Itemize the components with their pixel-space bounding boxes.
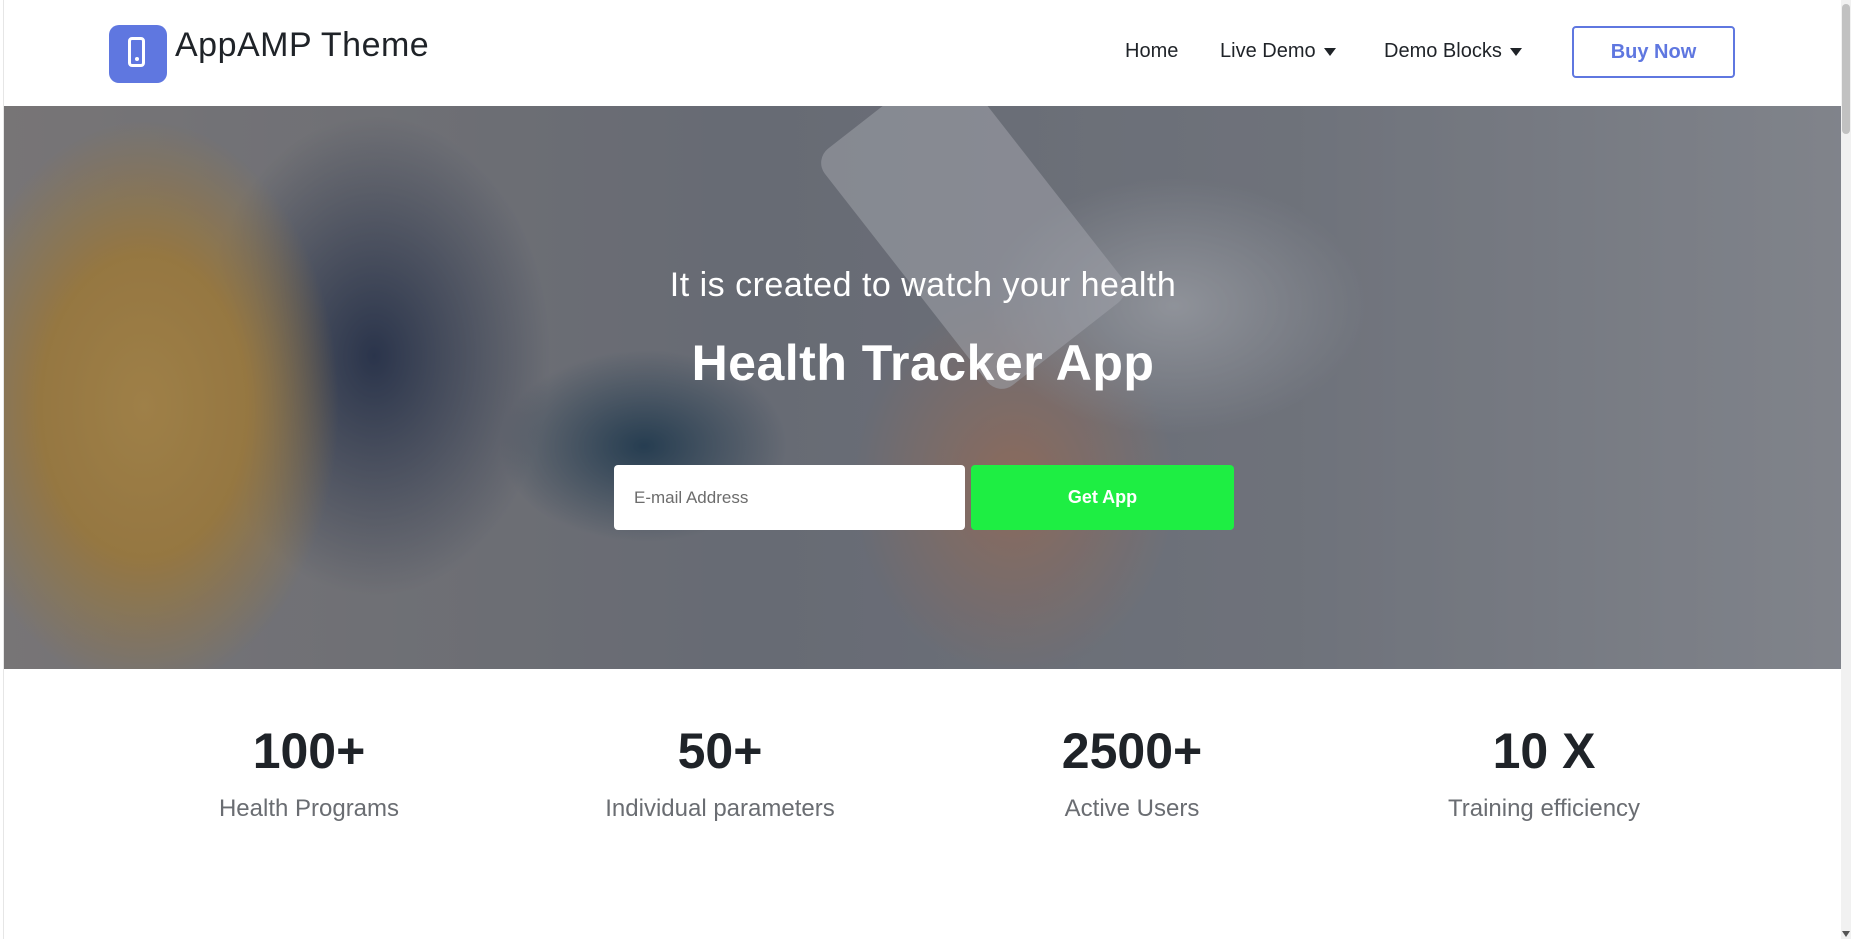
scrollbar-thumb[interactable] <box>1842 4 1850 134</box>
stat-label: Active Users <box>1064 795 1200 822</box>
stats-section: 100+ Health Programs 50+ Individual para… <box>4 669 1842 939</box>
nav-demo-blocks[interactable]: Demo Blocks <box>1384 40 1522 63</box>
stat-value: 10 X <box>1492 723 1596 779</box>
brand-name[interactable]: AppAMP Theme <box>175 26 429 65</box>
stat-value: 2500+ <box>1061 723 1203 779</box>
stat-label: Individual parameters <box>605 795 835 822</box>
stat-item: 100+ Health Programs <box>129 724 489 823</box>
caret-down-icon <box>1509 47 1522 56</box>
site-header: AppAMP Theme Home Live Demo Demo Blocks … <box>4 0 1842 106</box>
nav-home-label: Home <box>1125 40 1179 62</box>
logo[interactable] <box>109 25 167 83</box>
vertical-scrollbar[interactable] <box>1841 0 1851 939</box>
stat-item: 2500+ Active Users <box>952 724 1312 823</box>
caret-down-icon <box>1323 47 1336 56</box>
email-field[interactable] <box>614 465 965 530</box>
stat-item: 10 X Training efficiency <box>1364 724 1724 823</box>
nav-live-demo[interactable]: Live Demo <box>1220 40 1336 63</box>
hero-title: Health Tracker App <box>691 335 1155 391</box>
buy-now-button[interactable]: Buy Now <box>1572 26 1735 78</box>
stat-label: Training efficiency <box>1447 795 1641 822</box>
hero-section: It is created to watch your health Healt… <box>4 106 1842 669</box>
smartphone-icon <box>128 37 145 67</box>
stat-label: Health Programs <box>218 795 400 822</box>
nav-demo-blocks-label: Demo Blocks <box>1384 40 1502 62</box>
nav-home[interactable]: Home <box>1125 40 1178 63</box>
nav-live-demo-label: Live Demo <box>1220 40 1316 62</box>
hero-subtitle: It is created to watch your health <box>669 266 1177 304</box>
stat-value: 100+ <box>252 723 366 779</box>
page: AppAMP Theme Home Live Demo Demo Blocks … <box>3 0 1842 939</box>
scroll-down-arrow-icon[interactable] <box>1842 931 1850 937</box>
stat-value: 50+ <box>677 723 763 779</box>
stat-item: 50+ Individual parameters <box>540 724 900 823</box>
get-app-button[interactable]: Get App <box>971 465 1234 530</box>
